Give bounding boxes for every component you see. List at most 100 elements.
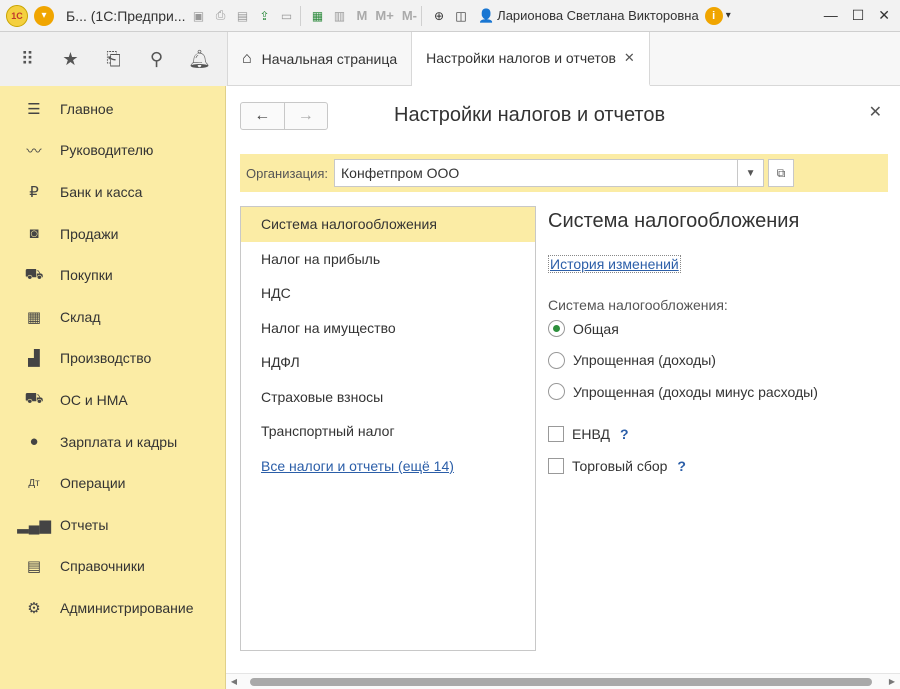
radio-label: Упрощенная (доходы) bbox=[573, 352, 716, 369]
checkbox-trade-fee[interactable]: Торговый сбор ? bbox=[548, 450, 888, 482]
sidebar-item-label: Операции bbox=[60, 475, 126, 492]
help-icon[interactable]: ? bbox=[677, 458, 686, 474]
shopping-cart-icon: ⛟ bbox=[24, 265, 44, 283]
all-taxes-link[interactable]: Все налоги и отчеты (ещё 14) bbox=[241, 449, 535, 484]
help-icon[interactable]: ? bbox=[620, 426, 629, 442]
tab-home[interactable]: ⌂ Начальная страница bbox=[228, 32, 413, 86]
radio-button[interactable] bbox=[548, 351, 565, 369]
1c-logo-icon: 1C bbox=[6, 4, 28, 27]
history-icon[interactable]: ⎗ bbox=[100, 45, 128, 73]
window-title: Б... (1С:Предпри... bbox=[66, 7, 186, 24]
current-user[interactable]: 👤 Ларионова Светлана Викторовна bbox=[478, 8, 699, 24]
list-item[interactable]: НДФЛ bbox=[241, 345, 535, 380]
info-icon[interactable]: i bbox=[704, 6, 723, 25]
memory-m-button[interactable]: M bbox=[357, 8, 368, 23]
tab-label: Настройки налогов и отчетов bbox=[426, 50, 616, 66]
sidebar-item-warehouse[interactable]: ▦ Склад bbox=[0, 296, 225, 338]
scroll-left-icon[interactable]: ◀ bbox=[226, 677, 242, 686]
dt-kt-icon: Дт bbox=[28, 477, 40, 489]
sidebar-item-main[interactable]: ☰ Главное bbox=[0, 88, 225, 130]
upload-icon[interactable]: ⇪ bbox=[256, 7, 274, 25]
bar-chart-icon: ▂▄▆ bbox=[17, 516, 51, 534]
person-icon: ● bbox=[29, 433, 39, 451]
horizontal-scrollbar[interactable]: ◀ ▶ bbox=[226, 673, 900, 689]
tax-system-label: Система налогообложения: bbox=[548, 297, 728, 313]
sidebar-item-bank[interactable]: ₽ Банк и касса bbox=[0, 171, 225, 213]
list-item-label: Налог на имущество bbox=[261, 319, 396, 336]
list-item[interactable]: Налог на прибыль bbox=[241, 242, 535, 277]
list-item-label: Налог на прибыль bbox=[261, 250, 381, 267]
section-title: Система налогообложения bbox=[548, 210, 800, 232]
sidebar-item-salary[interactable]: ● Зарплата и кадры bbox=[0, 421, 225, 463]
scroll-right-icon[interactable]: ▶ bbox=[884, 677, 900, 686]
organization-value[interactable]: Конфетпром ООО bbox=[335, 165, 737, 181]
sidebar-item-sales[interactable]: ◙ Продажи bbox=[0, 213, 225, 255]
close-window-icon[interactable]: ✕ bbox=[878, 7, 890, 24]
checkbox-envd[interactable]: ЕНВД ? bbox=[548, 418, 888, 450]
checkbox[interactable] bbox=[548, 457, 564, 474]
history-link[interactable]: История изменений bbox=[548, 255, 681, 273]
all-taxes-link-label[interactable]: Все налоги и отчеты (ещё 14) bbox=[261, 458, 454, 474]
calendar-icon[interactable]: ▥ bbox=[331, 7, 349, 25]
list-item[interactable]: Система налогообложения bbox=[241, 207, 535, 242]
radio-button[interactable] bbox=[548, 383, 565, 401]
preview-icon[interactable]: ▤ bbox=[234, 7, 252, 25]
chevron-down-icon[interactable]: ▼ bbox=[737, 160, 763, 186]
sidebar-item-reports[interactable]: ▂▄▆ Отчеты bbox=[0, 504, 225, 546]
panel-icon[interactable]: ◫ bbox=[452, 7, 470, 25]
save-icon[interactable]: ▣ bbox=[190, 7, 208, 25]
document-icon[interactable]: ▭ bbox=[278, 7, 296, 25]
sidebar-item-operations[interactable]: Дт Операции bbox=[0, 462, 225, 504]
radio-button[interactable] bbox=[548, 320, 565, 338]
menu-lines-icon: ☰ bbox=[27, 100, 41, 118]
sidebar-item-production[interactable]: ▟ Производство bbox=[0, 338, 225, 380]
sidebar-item-purchases[interactable]: ⛟ Покупки bbox=[0, 254, 225, 296]
tax-system-detail: Система налогообложения История изменени… bbox=[548, 206, 888, 482]
open-icon[interactable]: ⧉ bbox=[768, 159, 795, 187]
memory-plus-button[interactable]: M+ bbox=[375, 8, 393, 23]
list-item[interactable]: Налог на имущество bbox=[241, 311, 535, 346]
tax-sections-list: Система налогообложения Налог на прибыль… bbox=[240, 206, 536, 651]
list-item[interactable]: Страховые взносы bbox=[241, 380, 535, 415]
list-item[interactable]: НДС bbox=[241, 276, 535, 311]
sidebar-item-administration[interactable]: ⚙ Администрирование bbox=[0, 587, 225, 629]
sidebar-item-references[interactable]: ▤ Справочники bbox=[0, 546, 225, 588]
sidebar-item-label: Отчеты bbox=[60, 516, 109, 533]
organization-label: Организация: bbox=[246, 165, 329, 181]
minimize-icon[interactable]: — bbox=[824, 7, 838, 24]
sidebar-item-label: Зарплата и кадры bbox=[60, 433, 178, 450]
sidebar-item-label: Справочники bbox=[60, 558, 145, 575]
calculator-icon[interactable]: ▦ bbox=[309, 7, 327, 25]
forward-arrow-icon[interactable]: → bbox=[283, 103, 328, 129]
memory-minus-button[interactable]: M- bbox=[402, 8, 417, 23]
bell-icon[interactable]: 🔔︎ bbox=[186, 45, 214, 73]
sidebar-item-label: ОС и НМА bbox=[60, 391, 128, 408]
favorites-star-icon[interactable]: ★ bbox=[57, 45, 85, 73]
radio-simplified-income[interactable]: Упрощенная (доходы) bbox=[548, 345, 888, 377]
chevron-down-icon[interactable]: ▾ bbox=[726, 10, 731, 21]
factory-icon: ▟ bbox=[28, 350, 40, 368]
search-icon[interactable]: ⚲ bbox=[143, 45, 171, 73]
sidebar-item-manager[interactable]: 〰 Руководителю bbox=[0, 130, 225, 172]
sidebar-item-label: Производство bbox=[60, 350, 152, 367]
organization-field[interactable]: Конфетпром ООО ▼ bbox=[334, 159, 765, 187]
radio-simplified-income-minus-expenses[interactable]: Упрощенная (доходы минус расходы) bbox=[548, 376, 888, 408]
sidebar-item-label: Администрирование bbox=[60, 599, 194, 616]
sidebar-item-assets[interactable]: ⛟ ОС и НМА bbox=[0, 379, 225, 421]
maximize-icon[interactable]: ☐ bbox=[852, 7, 865, 24]
radio-general[interactable]: Общая bbox=[548, 313, 888, 345]
back-arrow-icon[interactable]: ← bbox=[241, 103, 284, 129]
close-tab-icon[interactable]: ✕ bbox=[624, 50, 635, 66]
print-icon[interactable]: ⎙ bbox=[212, 7, 230, 25]
main-menu-button[interactable]: ▾ bbox=[34, 5, 54, 26]
sidebar-item-label: Продажи bbox=[60, 225, 119, 242]
list-item[interactable]: Транспортный налог bbox=[241, 414, 535, 449]
close-icon[interactable]: ✕ bbox=[869, 102, 882, 122]
scroll-thumb[interactable] bbox=[250, 677, 872, 686]
tab-label: Начальная страница bbox=[261, 51, 398, 67]
zoom-icon[interactable]: ⊕ bbox=[430, 7, 448, 25]
checkbox[interactable] bbox=[548, 425, 564, 442]
tab-tax-settings[interactable]: Настройки налогов и отчетов ✕ bbox=[412, 32, 650, 86]
tool-row: ⠿ ★ ⎗ ⚲ 🔔︎ ⌂ Начальная страница Настройк… bbox=[0, 32, 900, 86]
apps-grid-icon[interactable]: ⠿ bbox=[14, 45, 42, 73]
